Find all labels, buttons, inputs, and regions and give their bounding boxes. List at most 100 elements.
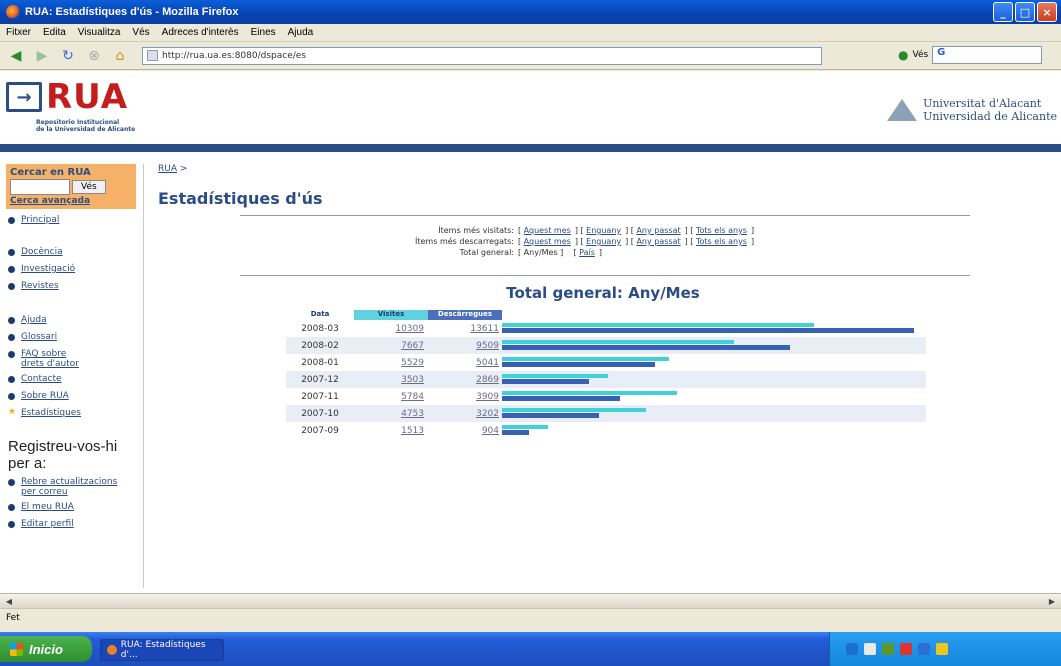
- search-button[interactable]: Vés: [72, 180, 106, 194]
- tray-icon[interactable]: [900, 643, 912, 655]
- link-all-years[interactable]: Tots els anys: [696, 237, 747, 246]
- sidebar-item-updates[interactable]: Rebre actualitzacions per correu: [8, 477, 118, 497]
- sidebar-item-my-rua[interactable]: El meu RUA: [8, 502, 143, 512]
- cell-date: 2007-11: [301, 391, 339, 402]
- sidebar-item-edit-profile[interactable]: Editar perfil: [8, 519, 143, 529]
- minimize-button[interactable]: _: [993, 2, 1013, 22]
- bar-visits: [502, 340, 734, 344]
- register-title: Registreu-vos-hi per a:: [8, 438, 118, 472]
- sidebar-item-principal[interactable]: Principal: [8, 215, 143, 225]
- bullet-icon: [8, 266, 15, 273]
- university-name-es: Universidad de Alicante: [923, 110, 1057, 123]
- link-this-month[interactable]: Aquest mes: [524, 226, 571, 235]
- scroll-right-icon[interactable]: ▶: [1045, 595, 1059, 607]
- bullet-icon: [8, 317, 15, 324]
- sidebar-link[interactable]: FAQ sobre drets d'autor: [21, 349, 88, 369]
- windows-logo-icon: [10, 642, 23, 656]
- sidebar-item-revistes[interactable]: Revistes: [8, 281, 143, 291]
- menu-edit[interactable]: Edita: [43, 27, 66, 38]
- downloads-link[interactable]: 5041: [476, 358, 499, 368]
- sidebar-item-ajuda[interactable]: Ajuda: [8, 315, 143, 325]
- stat-row-links: [ Aquest mes] [ Enguany] [ Any passat] […: [518, 237, 755, 246]
- bar-downloads: [502, 345, 790, 350]
- search-engine-box[interactable]: G: [932, 46, 1043, 64]
- sidebar-item-sobre-rua[interactable]: Sobre RUA: [8, 391, 143, 401]
- downloads-link[interactable]: 3202: [476, 409, 499, 419]
- horizontal-scrollbar[interactable]: ◀ ▶: [0, 593, 1061, 608]
- bullet-icon: [8, 249, 15, 256]
- downloads-link[interactable]: 13611: [470, 324, 499, 334]
- link-this-year[interactable]: Enguany: [586, 237, 621, 246]
- tray-icon[interactable]: [918, 643, 930, 655]
- visits-link[interactable]: 7667: [401, 341, 424, 351]
- go-label[interactable]: Vés: [912, 50, 928, 60]
- start-button[interactable]: Inicio: [0, 636, 92, 662]
- menu-bookmarks[interactable]: Adreces d'interès: [162, 27, 239, 38]
- taskbar-item-firefox[interactable]: RUA: Estadístiques d'...: [100, 639, 224, 661]
- menu-file[interactable]: Fitxer: [6, 27, 31, 38]
- sidebar-item-investigacio[interactable]: Investigació: [8, 264, 143, 274]
- downloads-link[interactable]: 3909: [476, 392, 499, 402]
- forward-icon[interactable]: ▶: [32, 46, 52, 66]
- sidebar-link[interactable]: El meu RUA: [21, 502, 74, 512]
- visits-link[interactable]: 10309: [395, 324, 424, 334]
- downloads-link[interactable]: 2869: [476, 375, 499, 385]
- sidebar-link[interactable]: Docència: [21, 247, 63, 257]
- sidebar-item-faq[interactable]: FAQ sobre drets d'autor: [8, 349, 88, 369]
- link-this-month[interactable]: Aquest mes: [524, 237, 571, 246]
- go-icon[interactable]: ●: [898, 48, 908, 62]
- downloads-link[interactable]: 904: [482, 426, 499, 436]
- rua-logo[interactable]: → RUA: [6, 77, 128, 117]
- sidebar-link[interactable]: Principal: [21, 215, 59, 225]
- search-input[interactable]: [10, 179, 70, 195]
- sidebar-link[interactable]: Sobre RUA: [21, 391, 69, 401]
- bullet-icon: [8, 376, 15, 383]
- link-country[interactable]: País: [579, 248, 595, 257]
- close-button[interactable]: ×: [1037, 2, 1057, 22]
- visits-link[interactable]: 3503: [401, 375, 424, 385]
- sidebar-link[interactable]: Editar perfil: [21, 519, 74, 529]
- menu-view[interactable]: Visualitza: [78, 27, 121, 38]
- sidebar-link[interactable]: Contacte: [21, 374, 62, 384]
- tray-icon[interactable]: [882, 643, 894, 655]
- menu-help[interactable]: Ajuda: [288, 27, 314, 38]
- visits-link[interactable]: 4753: [401, 409, 424, 419]
- sidebar-item-estadistiques[interactable]: ★ Estadístiques: [8, 408, 143, 419]
- link-last-year[interactable]: Any passat: [636, 237, 680, 246]
- tray-icon[interactable]: [864, 643, 876, 655]
- visits-link[interactable]: 5784: [401, 392, 424, 402]
- sidebar-item-docencia[interactable]: Docència: [8, 247, 143, 257]
- scroll-left-icon[interactable]: ◀: [2, 595, 16, 607]
- sidebar-link[interactable]: Rebre actualitzacions per correu: [21, 477, 118, 497]
- sidebar-link[interactable]: Ajuda: [21, 315, 47, 325]
- sidebar-link[interactable]: Investigació: [21, 264, 75, 274]
- address-bar[interactable]: http://rua.ua.es:8080/dspace/es: [142, 46, 822, 65]
- advanced-search-link[interactable]: Cerca avançada: [10, 196, 132, 206]
- sidebar-item-contacte[interactable]: Contacte: [8, 374, 143, 384]
- sidebar-link[interactable]: Revistes: [21, 281, 59, 291]
- cell-visits: 10309: [354, 324, 428, 334]
- reload-icon[interactable]: ↻: [58, 46, 78, 66]
- link-last-year[interactable]: Any passat: [636, 226, 680, 235]
- breadcrumb-rua[interactable]: RUA: [158, 164, 177, 174]
- home-icon[interactable]: ⌂: [110, 46, 130, 66]
- menu-go[interactable]: Vés: [132, 27, 149, 38]
- maximize-button[interactable]: □: [1015, 2, 1035, 22]
- address-text: http://rua.ua.es:8080/dspace/es: [162, 50, 306, 61]
- sidebar-link[interactable]: Estadístiques: [21, 408, 81, 418]
- back-icon[interactable]: ◀: [6, 46, 26, 66]
- sidebar-link[interactable]: Glossari: [21, 332, 57, 342]
- sidebar-item-glossari[interactable]: Glossari: [8, 332, 143, 342]
- visits-link[interactable]: 5529: [401, 358, 424, 368]
- menu-bar: Fitxer Edita Visualitza Vés Adreces d'in…: [0, 24, 1061, 42]
- tray-icon[interactable]: [936, 643, 948, 655]
- link-all-years[interactable]: Tots els anys: [696, 226, 747, 235]
- tray-icon[interactable]: [846, 643, 858, 655]
- visits-link[interactable]: 1513: [401, 426, 424, 436]
- cell-visits: 5529: [354, 358, 428, 368]
- stop-icon[interactable]: ⊗: [84, 46, 104, 66]
- link-this-year[interactable]: Enguany: [586, 226, 621, 235]
- university-logo[interactable]: Universitat d'Alacant Universidad de Ali…: [887, 97, 1057, 123]
- menu-tools[interactable]: Eines: [251, 27, 276, 38]
- downloads-link[interactable]: 9509: [476, 341, 499, 351]
